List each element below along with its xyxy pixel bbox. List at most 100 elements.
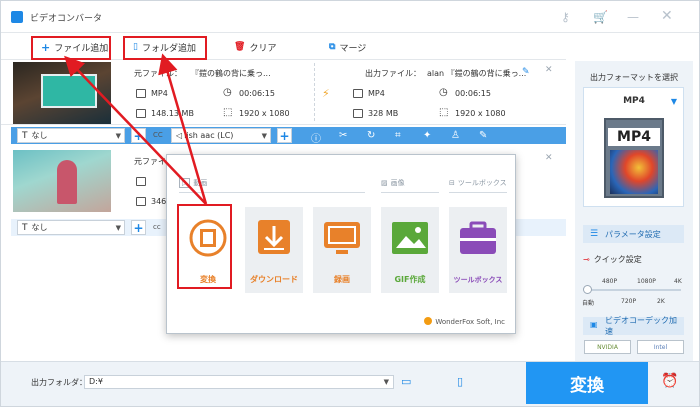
edit-icon[interactable]: ✎ (522, 67, 530, 77)
app-title: ビデオコンバータ (30, 14, 103, 24)
toolbox-tile[interactable]: ツールボックス (449, 207, 507, 293)
watermark-icon[interactable]: ♙ (451, 130, 460, 141)
rotate-icon[interactable]: ↻ (367, 130, 375, 141)
cc-icon: cc (153, 223, 161, 231)
group-image: ▨ 画像 (381, 179, 405, 187)
format-image: MP4 (604, 118, 664, 198)
hw-acceleration-label: ▣ ビデオコーデック加速 (583, 316, 684, 336)
nvidia-badge[interactable]: NVIDIA (584, 340, 631, 354)
file-controls: T なし ▼ + CC ◁ lish aac (LC) ▼ + ⓘ ✂ ↻ ⌗ … (11, 127, 566, 145)
download-tile[interactable]: ダウンロード (245, 207, 303, 293)
group-video: ▷ 動画 (179, 178, 207, 188)
right-panel: 出力フォーマットを選択 MP4 ▼ MP4 ☰ パラメータ設定 ⊸ クイック設定 … (575, 61, 693, 361)
source-label: 元ファイル： (134, 69, 182, 78)
tick-label: 720P (621, 298, 637, 305)
record-tile[interactable]: 録画 (313, 207, 371, 293)
image-icon (392, 222, 428, 254)
tick-label: 2K (657, 298, 665, 305)
tick-label: 480P (602, 278, 618, 285)
subtitle-select[interactable]: T なし ▼ (17, 128, 125, 143)
output-label: 出力ファイル： (365, 69, 421, 78)
gif-tile[interactable]: GIF作成 (381, 207, 439, 293)
resolution-icon: ⬚ (223, 107, 233, 118)
quality-slider[interactable] (585, 289, 681, 291)
output-folder-select[interactable]: D:¥ ▼ (84, 375, 394, 389)
size-icon (136, 109, 146, 118)
chevron-down-icon: ▼ (670, 97, 677, 106)
source-size: 148.13 MB (151, 109, 194, 118)
output-format-selector[interactable]: MP4 ▼ MP4 (583, 87, 684, 207)
output-duration: 00:06:15 (455, 89, 491, 98)
trash-icon: 🗑 (234, 42, 246, 52)
tick-label: 4K (674, 278, 682, 285)
source-resolution: 1920 x 1080 (239, 109, 290, 118)
key-icon[interactable]: ⚷ (561, 10, 570, 24)
chevron-down-icon: ▼ (383, 378, 389, 386)
minimize-icon[interactable]: — (627, 10, 639, 24)
app-window: ビデオコンバータ ⚷ 🛒 — ✕ + ファイル追加 ▯ フォルダ追加 🗑 クリア… (0, 0, 700, 407)
slider-handle[interactable] (583, 285, 592, 294)
chevron-down-icon: ▼ (115, 223, 121, 232)
source-format: MP4 (151, 89, 168, 98)
file-row: 元ファイル： 『鎧の鶴の背に乗っ... MP4 ◷ 00:06:15 148.1… (1, 61, 566, 125)
info-icon[interactable]: ⓘ (311, 130, 321, 145)
parameter-settings-button[interactable]: ☰ パラメータ設定 (583, 225, 684, 243)
highlight-convert-tile (177, 204, 232, 289)
output-folder-label: 出力フォルダ： (31, 378, 87, 387)
open-folder-icon[interactable]: ▯ (457, 375, 463, 388)
divider (314, 63, 315, 121)
record-icon (324, 222, 360, 254)
output-size: 328 MB (368, 109, 399, 118)
clear-button[interactable]: 🗑 クリア (234, 39, 276, 55)
alarm-icon[interactable]: ⏰ (661, 373, 678, 389)
video-thumbnail[interactable] (13, 150, 111, 212)
audio-select[interactable]: ◁ lish aac (LC) ▼ (171, 128, 271, 143)
video-thumbnail[interactable] (13, 62, 111, 124)
size-icon (136, 197, 146, 206)
effects-icon[interactable]: ✦ (423, 130, 431, 141)
lightning-icon: ⚡ (322, 87, 330, 100)
convert-button[interactable]: 変換 (526, 362, 648, 404)
subtitle-select[interactable]: T なし ▼ (17, 220, 125, 235)
format-label: MP4 (623, 96, 645, 106)
source-size: 346 (151, 197, 167, 206)
size-icon (353, 109, 363, 118)
merge-icon: ⧉ (329, 42, 336, 52)
cart-icon[interactable]: 🛒 (593, 10, 608, 24)
resolution-icon: ⬚ (439, 107, 449, 118)
divider (449, 192, 507, 193)
format-icon (136, 89, 146, 98)
brand-logo-icon (424, 317, 433, 325)
tick-label: 自動 (582, 300, 595, 307)
brand-label: WonderFox Soft, Inc (424, 317, 505, 326)
app-logo-icon (11, 11, 23, 23)
add-subtitle-button[interactable]: + (131, 220, 146, 235)
clock-icon: ◷ (439, 87, 448, 98)
divider (381, 192, 439, 193)
crop-icon[interactable]: ⌗ (395, 130, 401, 141)
output-name: alan 『鎧の鶴の背に乗っ... (427, 69, 527, 78)
close-icon[interactable]: ✕ (661, 8, 673, 24)
text-icon: T (22, 222, 28, 233)
merge-button[interactable]: ⧉ マージ (329, 39, 366, 55)
divider (179, 192, 365, 193)
add-audio-button[interactable]: + (277, 128, 292, 143)
highlight-add-file (31, 36, 111, 60)
tick-label: 1080P (637, 278, 656, 285)
cut-icon[interactable]: ✂ (339, 130, 347, 141)
add-subtitle-button[interactable]: + (131, 128, 146, 143)
intel-badge[interactable]: Intel (637, 340, 684, 354)
settings-icon: ☰ (590, 229, 599, 239)
output-resolution: 1920 x 1080 (455, 109, 506, 118)
browse-folder-icon[interactable]: ▭ (401, 375, 411, 388)
remove-icon[interactable]: ✕ (545, 65, 553, 75)
group-toolbox: ⊟ ツールボックス (449, 179, 507, 187)
slider-icon: ⊸ (583, 255, 590, 264)
text-icon: T (22, 130, 28, 141)
download-icon (258, 220, 290, 254)
clock-icon: ◷ (223, 87, 232, 98)
remove-icon[interactable]: ✕ (545, 153, 553, 163)
edit-icon[interactable]: ✎ (479, 130, 487, 141)
format-icon (353, 89, 363, 98)
audio-icon: ◁ (176, 131, 183, 140)
